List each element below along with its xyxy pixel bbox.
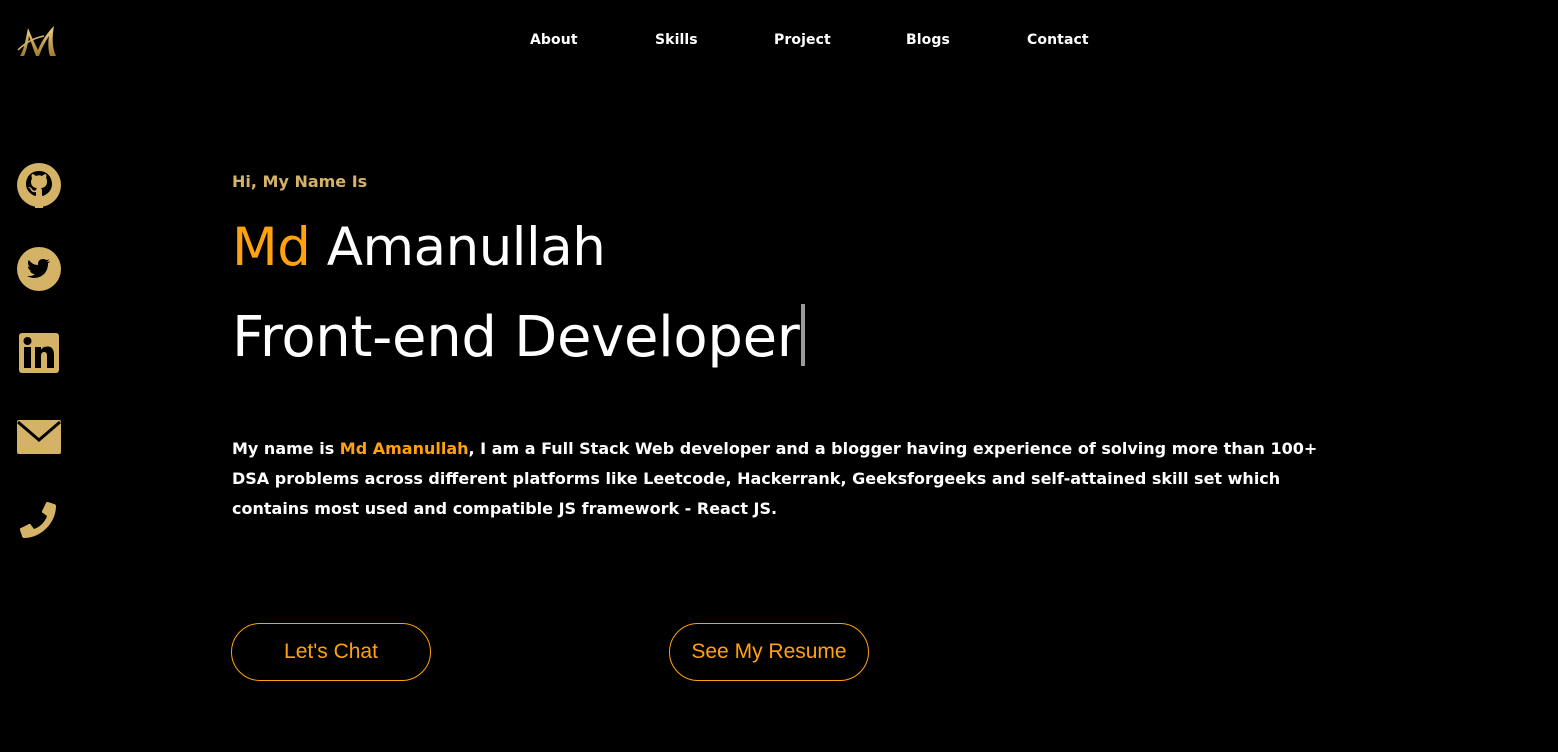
portfolio-page: About Skills Project Blogs Contact Hi, M… [0, 0, 1558, 752]
role-text: Front-end Developer [232, 305, 800, 370]
nav-skills[interactable]: Skills [655, 32, 698, 48]
nav-project[interactable]: Project [774, 32, 831, 48]
role-heading: Front-end Developer [232, 300, 806, 376]
name-heading: Md Amanullah [232, 212, 606, 284]
top-nav: About Skills Project Blogs Contact [0, 32, 1558, 52]
greeting-text: Hi, My Name Is [232, 172, 368, 191]
bio-paragraph: My name is Md Amanullah, I am a Full Sta… [232, 434, 1342, 524]
github-icon[interactable] [16, 162, 62, 208]
linkedin-icon[interactable] [16, 330, 62, 376]
see-resume-button[interactable]: See My Resume [669, 623, 869, 681]
name-last: Amanullah [326, 217, 606, 278]
nav-contact[interactable]: Contact [1027, 32, 1089, 48]
bio-prefix: My name is [232, 439, 340, 458]
name-first: Md [232, 217, 311, 278]
mail-icon[interactable] [16, 414, 62, 460]
phone-icon[interactable] [16, 498, 62, 544]
nav-about[interactable]: About [530, 32, 578, 48]
twitter-icon[interactable] [16, 246, 62, 292]
typing-cursor [801, 304, 806, 366]
bio-name: Md Amanullah [339, 439, 469, 458]
nav-blogs[interactable]: Blogs [906, 32, 950, 48]
lets-chat-button[interactable]: Let's Chat [231, 623, 431, 681]
